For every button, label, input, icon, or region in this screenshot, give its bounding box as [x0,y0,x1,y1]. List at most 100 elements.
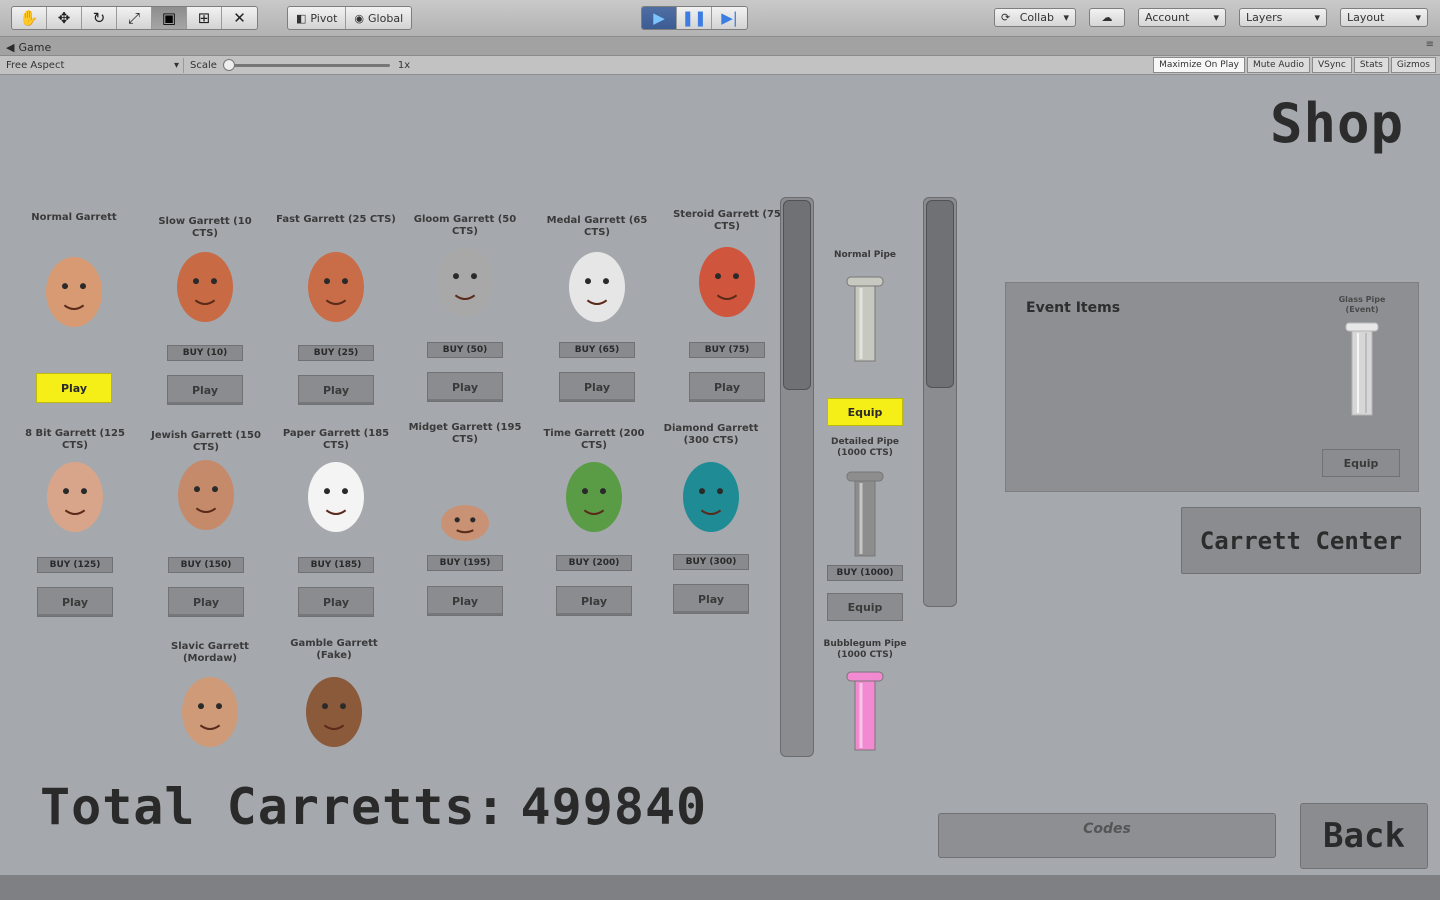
aspect-dropdown[interactable]: Free Aspect ▾ [6,58,184,73]
glass-pipe-name: Glass Pipe (Event) [1338,295,1386,314]
play-button[interactable]: Play [556,586,632,616]
pipe-equip-button[interactable]: Equip [827,398,903,426]
move-tool-icon[interactable]: ✥ [47,7,82,29]
scale-slider[interactable] [222,59,390,71]
buy-button[interactable]: BUY (150) [168,557,244,573]
global-label: Global [368,11,404,25]
event-items-panel: Event Items Glass Pipe (Event) Equip [1005,282,1419,492]
play-button[interactable]: Play [673,584,749,614]
buy-button[interactable]: BUY (185) [298,557,374,573]
buy-button[interactable]: BUY (200) [556,555,632,571]
play-button[interactable]: Play [427,372,503,402]
tab-game-label: Game [18,41,52,54]
mute-audio-toggle[interactable]: Mute Audio [1247,57,1310,73]
buy-button[interactable]: BUY (10) [167,345,243,361]
collab-label: Collab [1019,11,1054,24]
pipe-name: Normal Pipe [833,250,897,260]
scale-tool-icon[interactable]: ⤢ [117,7,152,29]
buy-button[interactable]: BUY (65) [559,342,635,358]
total-carretts-label: Total Carretts: [40,778,507,836]
pipe-equip-button[interactable]: Equip [827,593,903,621]
character-face-icon [306,677,362,747]
character-face-icon [683,462,739,532]
step-icon[interactable]: ▶| [712,7,747,29]
character-face-icon [46,257,102,327]
scale-slider-knob[interactable] [222,59,235,71]
game-view: Shop Normal Garrett Play Slow Garrett (10 … [0,75,1440,875]
back-button[interactable]: Back [1300,803,1428,869]
play-button[interactable]: Play [168,587,244,617]
buy-button[interactable]: BUY (125) [37,557,113,573]
rect-tool-icon[interactable]: ▣ [152,7,187,29]
buy-button[interactable]: BUY (50) [427,342,503,358]
layout-dropdown[interactable]: Layout ▾ [1340,8,1428,27]
stats-toggle[interactable]: Stats [1353,57,1389,73]
buy-button[interactable]: BUY (75) [689,342,765,358]
maximize-on-play-toggle[interactable]: Maximize On Play [1153,57,1245,73]
play-button[interactable]: Play [298,375,374,405]
character-name: 8 Bit Garrett (125 CTS) [25,428,125,451]
character-face-icon [177,252,233,322]
playmode-controls: ▶ ❚❚ ▶| [641,6,748,30]
character-face-icon [178,460,234,530]
event-items-title: Event Items [1026,300,1121,316]
event-equip-button[interactable]: Equip [1322,449,1400,477]
tab-menu-icon[interactable]: ≡ [1426,39,1434,50]
play-button[interactable]: Play [167,375,243,405]
pivot-icon: ◧ [296,11,307,25]
pause-icon[interactable]: ❚❚ [677,7,712,29]
character-name: Gamble Garrett (Fake) [290,638,378,661]
cloud-button[interactable]: ☁ [1089,8,1125,27]
chevron-down-icon: ▾ [1063,11,1069,24]
play-button[interactable]: Play [37,587,113,617]
tab-game[interactable]: ◀ Game [6,39,51,56]
character-name: Medal Garrett (65 CTS) [546,215,648,238]
character-name: Gloom Garrett (50 CTS) [413,214,517,237]
pipe-scroll-handle[interactable] [926,200,954,388]
character-scrollbar[interactable] [780,197,814,757]
buy-button[interactable]: BUY (25) [298,345,374,361]
play-icon[interactable]: ▶ [642,7,677,29]
hand-tool-icon[interactable]: ✋ [12,7,47,29]
play-button[interactable]: Play [427,586,503,616]
play-button[interactable]: Play [298,587,374,617]
collab-icon: ⟳ [1001,11,1011,24]
global-button[interactable]: ◉ Global [346,7,411,29]
layers-dropdown[interactable]: Layers ▾ [1239,8,1327,27]
character-face-icon [47,462,103,532]
rotate-tool-icon[interactable]: ↻ [82,7,117,29]
transform-tool-icon[interactable]: ⊞ [187,7,222,29]
character-face-icon [569,252,625,322]
buy-button[interactable]: BUY (300) [673,554,749,570]
character-name: Fast Garrett (25 CTS) [276,214,396,225]
buy-button[interactable]: BUY (195) [427,555,503,571]
account-dropdown[interactable]: Account ▾ [1138,8,1226,27]
chevron-down-icon: ▾ [1415,11,1421,24]
vsync-toggle[interactable]: VSync [1311,57,1352,73]
scale-label: Scale [190,60,217,71]
play-button[interactable]: Play [559,372,635,402]
collab-dropdown[interactable]: ⟳ Collab ▾ [994,8,1076,27]
pivot-group: ◧ Pivot ◉ Global [287,6,413,30]
gizmos-dropdown[interactable]: Gizmos [1390,57,1436,73]
pivot-button[interactable]: ◧ Pivot [288,7,347,29]
character-name: Paper Garrett (185 CTS) [282,428,390,451]
character-face-icon [308,462,364,532]
character-face-icon [437,247,493,317]
cloud-icon: ☁ [1101,11,1113,24]
character-scroll-handle[interactable] [783,200,811,390]
pipe-scrollbar[interactable] [923,197,957,607]
play-button[interactable]: Play [689,372,765,402]
custom-tool-icon[interactable]: ✕ [222,7,257,29]
carrett-center-button[interactable]: Carrett Center [1181,507,1421,574]
codes-input[interactable]: Codes [938,813,1276,858]
character-face-icon [699,247,755,317]
chevron-down-icon: ▾ [1213,11,1219,24]
pipe-buy-button[interactable]: BUY (1000) [827,565,903,581]
character-face-icon [441,505,489,541]
character-face-icon [182,677,238,747]
character-name: Slavic Garrett (Mordaw) [171,641,249,664]
pipe-name: Detailed Pipe (1000 CTS) [830,437,900,458]
layout-label: Layout [1347,11,1385,24]
play-button[interactable]: Play [36,373,112,403]
